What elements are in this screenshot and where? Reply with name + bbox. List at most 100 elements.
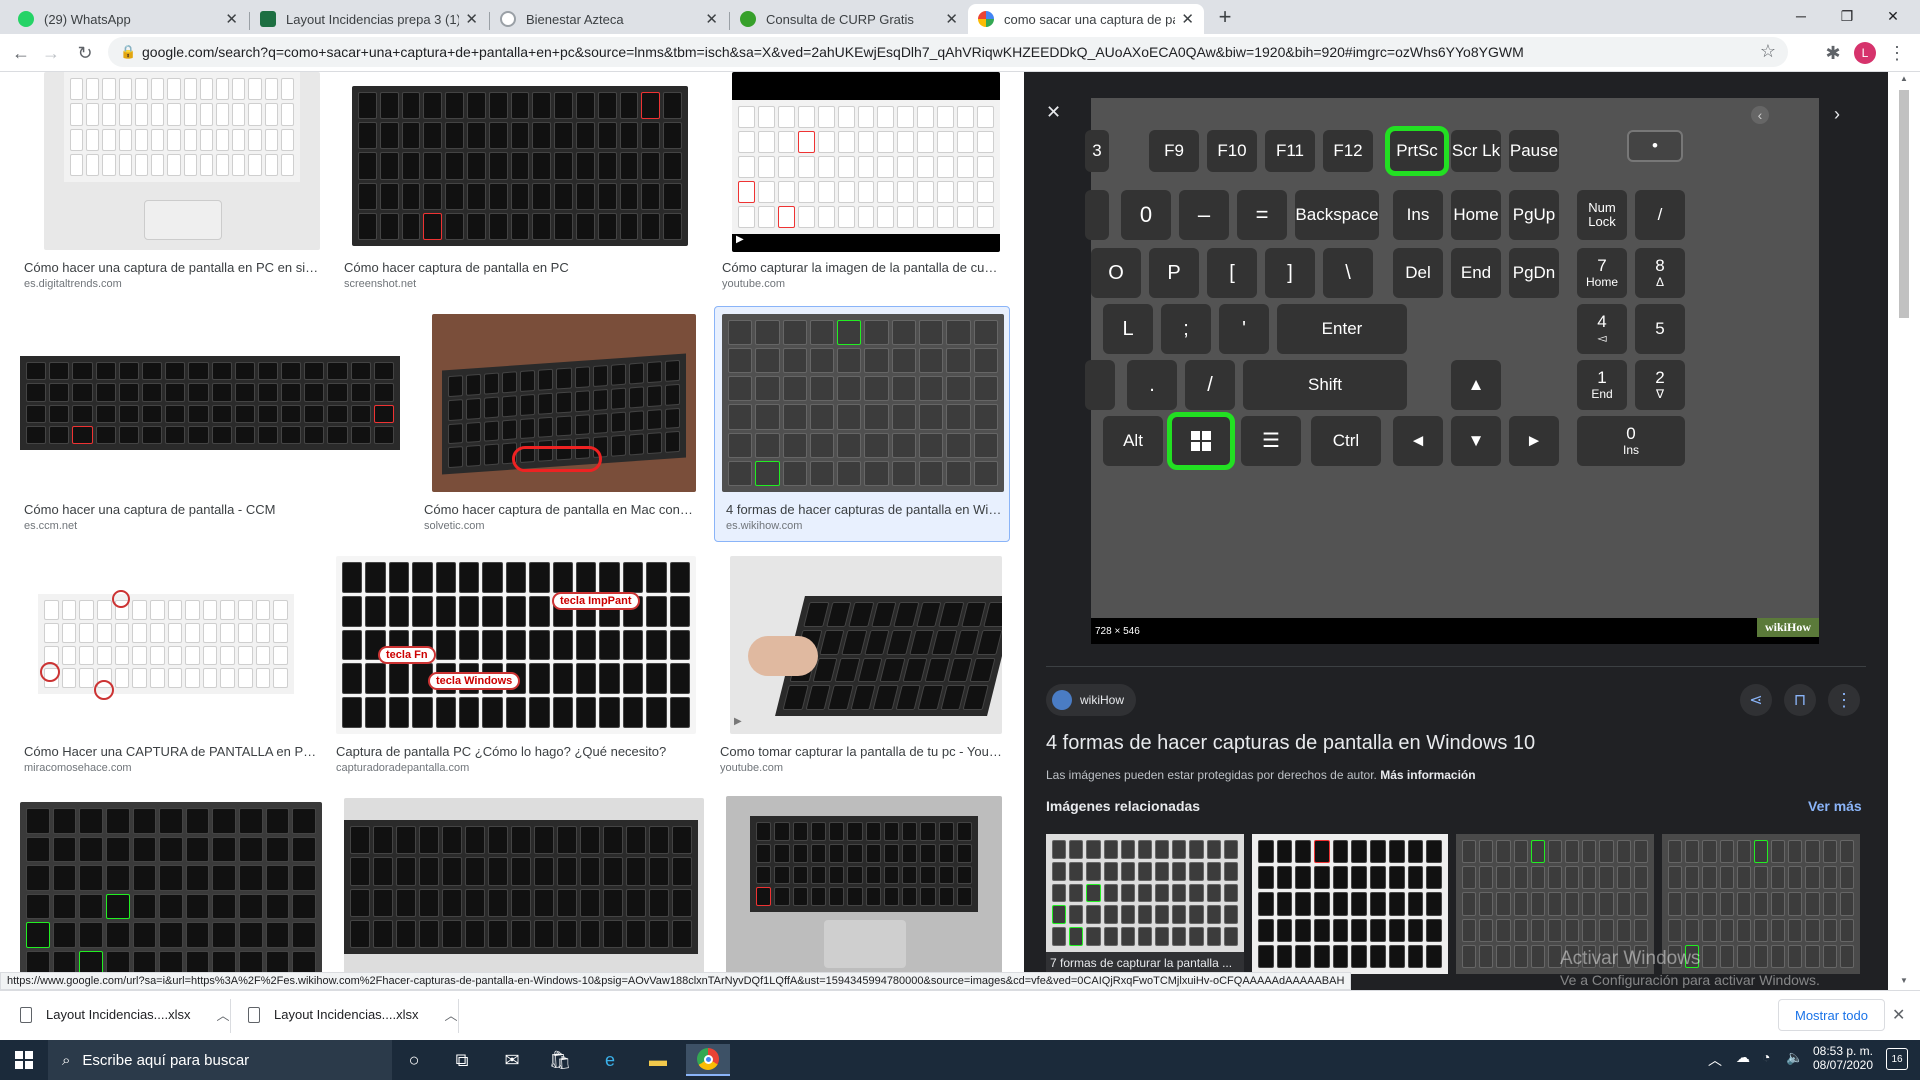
result-image[interactable] (44, 72, 320, 250)
result-card[interactable]: Cómo hacer captura de pantalla en Mac co… (424, 314, 696, 534)
tab-google-search[interactable]: como sacar una captura de panta ✕ (968, 4, 1204, 34)
result-title[interactable]: Cómo capturar la imagen de la pantalla d… (722, 260, 1004, 275)
close-icon[interactable]: ✕ (1181, 10, 1194, 28)
result-card[interactable]: ▶ Como tomar capturar la pantalla de tu … (720, 556, 1004, 776)
start-windows-icon[interactable] (0, 1044, 48, 1076)
result-image[interactable] (726, 796, 1002, 982)
close-panel-icon[interactable]: ✕ (1046, 102, 1061, 123)
back-arrow-icon[interactable]: ← (8, 40, 34, 66)
result-card[interactable]: Cómo Hacer una CAPTURA de PANTALLA en PC… (20, 556, 320, 776)
result-title[interactable]: Captura de pantalla PC ¿Cómo lo hago? ¿Q… (336, 744, 696, 759)
close-icon[interactable]: ✕ (705, 10, 718, 28)
result-card[interactable]: Cómo hacer captura de pantalla en PC scr… (344, 72, 688, 292)
result-title[interactable]: Cómo Hacer una CAPTURA de PANTALLA en PC… (24, 744, 318, 759)
minimize-icon[interactable]: ─ (1778, 0, 1824, 32)
download-item[interactable]: Layout Incidencias....xlsx ︿ (248, 1005, 458, 1024)
result-card[interactable]: ▶ Cómo capturar la imagen de la pantalla… (722, 72, 1004, 292)
key (1085, 190, 1109, 240)
result-image[interactable] (20, 556, 314, 734)
see-more-link[interactable]: Ver más (1808, 798, 1862, 814)
cortana-circle-icon[interactable]: ○ (392, 1044, 436, 1076)
window-close-icon[interactable]: ✕ (1870, 0, 1916, 32)
store-bag-icon[interactable]: 🛍 (538, 1044, 582, 1076)
address-bar[interactable]: 🔒 google.com/search?q=como+sacar+una+cap… (108, 37, 1788, 67)
tab-bienestar[interactable]: Bienestar Azteca ✕ (490, 4, 728, 34)
play-icon[interactable]: ▶ (734, 716, 742, 727)
reload-icon[interactable]: ↻ (72, 40, 98, 66)
site-chip[interactable]: wikiHow (1046, 684, 1137, 716)
result-image[interactable] (344, 798, 704, 982)
result-image[interactable] (20, 802, 322, 982)
thumb-annotation: tecla Fn (378, 646, 436, 664)
forward-arrow-icon[interactable]: → (38, 40, 64, 66)
key-sub: ◅ (1597, 330, 1607, 345)
result-image[interactable]: ▶ (732, 72, 1000, 252)
menu-kebab-icon[interactable]: ⋮ (1884, 40, 1910, 66)
file-explorer-folder-icon[interactable]: ▬ (636, 1044, 680, 1076)
taskbar-search-box[interactable]: ⌕ Escribe aquí para buscar (48, 1040, 392, 1080)
result-card[interactable]: tecla ImpPant tecla Fn tecla Windows Cap… (336, 556, 696, 776)
prev-arrow-icon[interactable]: ‹ (1751, 106, 1769, 124)
result-title[interactable]: Cómo hacer una captura de pantalla en PC… (24, 260, 320, 275)
result-card-selected[interactable]: 4 formas de hacer capturas de pantalla e… (722, 314, 1004, 534)
result-card[interactable] (20, 802, 322, 982)
tab-whatsapp[interactable]: (29) WhatsApp ✕ (8, 4, 248, 34)
scroll-up-icon[interactable]: ▲ (1900, 74, 1908, 83)
tab-curp[interactable]: Consulta de CURP Gratis ✕ (730, 4, 968, 34)
chevron-up-icon[interactable]: ︿ (1708, 1050, 1722, 1070)
task-view-icon[interactable]: ⧉ (440, 1044, 484, 1076)
show-all-button[interactable]: Mostrar todo (1778, 999, 1885, 1031)
result-title[interactable]: 4 formas de hacer capturas de pantalla e… (726, 502, 1002, 517)
related-image[interactable]: 7 formas de capturar la pantalla ... (1046, 834, 1244, 974)
save-bookmark-icon[interactable]: ⊓ (1784, 684, 1816, 716)
result-image[interactable]: tecla ImpPant tecla Fn tecla Windows (336, 556, 696, 734)
chrome-browser-icon[interactable] (686, 1044, 730, 1076)
tab-excel[interactable]: Layout Incidencias prepa 3 (1).xls ✕ (250, 4, 488, 34)
more-info-link[interactable]: Más información (1380, 768, 1475, 782)
bookmark-star-icon[interactable]: ☆ (1760, 41, 1776, 62)
download-item[interactable]: Layout Incidencias....xlsx ︿ (20, 1005, 230, 1024)
close-downloads-icon[interactable]: ✕ (1892, 1005, 1905, 1025)
close-icon[interactable]: ✕ (945, 10, 958, 28)
result-title[interactable]: Cómo hacer captura de pantalla en Mac co… (424, 502, 696, 517)
extensions-puzzle-icon[interactable]: ✱ (1820, 40, 1846, 66)
url-text[interactable]: google.com/search?q=como+sacar+una+captu… (142, 44, 1524, 60)
chevron-up-icon[interactable]: ︿ (217, 1005, 230, 1024)
scroll-down-icon[interactable]: ▼ (1900, 976, 1908, 985)
preview-image[interactable]: ‹ 3 F9 F10 F11 F12 PrtSc Scr Lk Pause • … (1085, 98, 1819, 644)
result-card[interactable] (726, 796, 1004, 982)
play-icon[interactable]: ▶ (736, 234, 744, 245)
result-image[interactable] (432, 314, 696, 492)
result-card[interactable]: Cómo hacer una captura de pantalla en PC… (20, 72, 320, 292)
onedrive-cloud-icon[interactable]: ☁ (1736, 1049, 1750, 1066)
result-title[interactable]: Como tomar capturar la pantalla de tu pc… (720, 744, 1004, 759)
scrollbar-thumb[interactable] (1899, 90, 1909, 318)
profile-avatar[interactable]: L (1854, 42, 1876, 64)
image-title[interactable]: 4 formas de hacer capturas de pantalla e… (1046, 732, 1535, 755)
wifi-icon[interactable]: ◔ (1762, 1049, 1770, 1065)
mail-icon[interactable]: ✉ (490, 1044, 534, 1076)
result-image[interactable]: ▶ (730, 556, 1002, 734)
related-caption[interactable]: 7 formas de capturar la pantalla ... (1046, 952, 1244, 974)
next-arrow-icon[interactable]: › (1834, 104, 1840, 125)
result-card[interactable] (344, 798, 704, 982)
result-title[interactable]: Cómo hacer una captura de pantalla - CCM (24, 502, 400, 517)
volume-icon[interactable]: 🔈 (1786, 1049, 1803, 1066)
related-image[interactable] (1252, 834, 1448, 974)
result-image[interactable] (20, 314, 400, 492)
page-scrollbar[interactable]: ▲ ▼ (1888, 72, 1920, 990)
chevron-up-icon[interactable]: ︿ (445, 1005, 458, 1024)
share-icon[interactable]: ⋖ (1740, 684, 1772, 716)
edge-browser-icon[interactable]: e (588, 1044, 632, 1076)
taskbar-clock[interactable]: 08:53 p. m. 08/07/2020 (1808, 1044, 1878, 1072)
result-card[interactable]: Cómo hacer una captura de pantalla - CCM… (20, 314, 400, 534)
result-image[interactable] (352, 86, 688, 246)
close-icon[interactable]: ✕ (465, 10, 478, 28)
more-options-icon[interactable]: ⋮ (1828, 684, 1860, 716)
close-icon[interactable]: ✕ (225, 10, 238, 28)
new-tab-icon[interactable]: + (1212, 4, 1238, 30)
restore-icon[interactable]: ❐ (1824, 0, 1870, 32)
result-title[interactable]: Cómo hacer captura de pantalla en PC (344, 260, 684, 275)
result-image[interactable] (722, 314, 1004, 492)
notifications-icon[interactable]: 16 (1886, 1048, 1908, 1070)
